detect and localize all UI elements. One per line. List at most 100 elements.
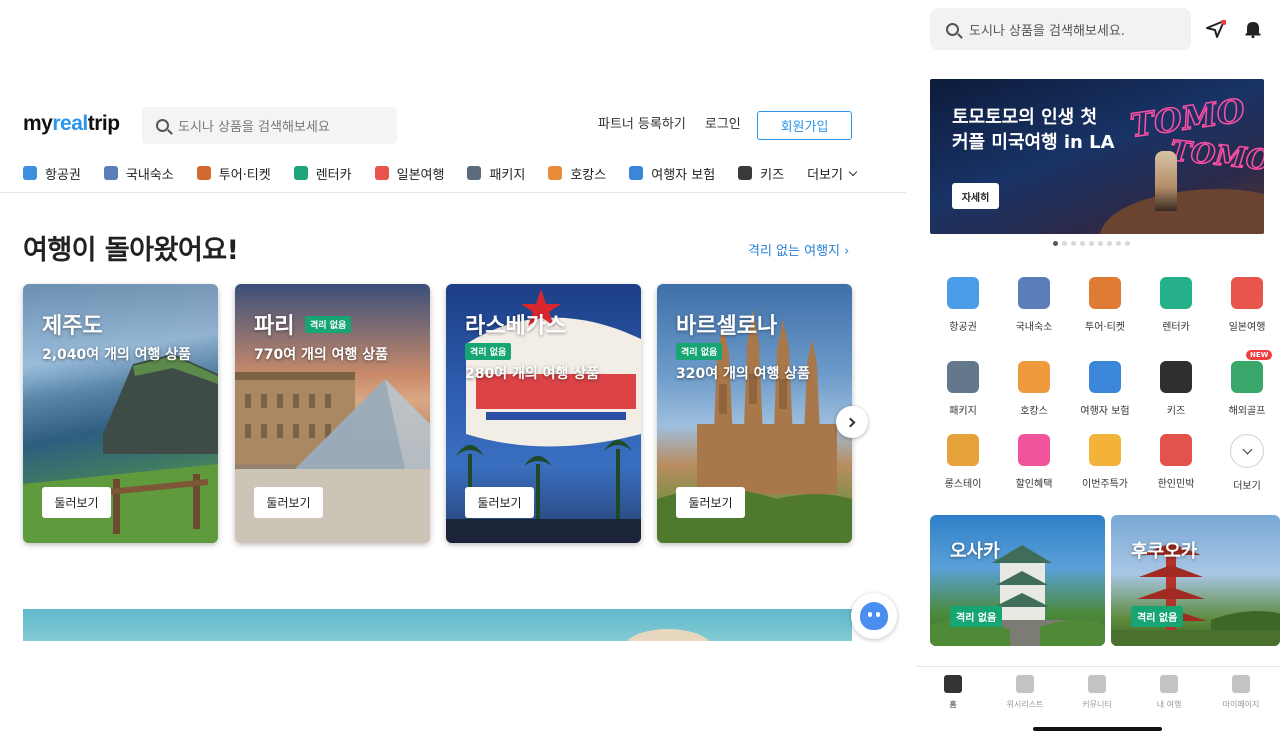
category-hotel[interactable]: 호캉스 [548, 164, 606, 183]
quick-menu-japan[interactable]: 일본여행 [1212, 277, 1280, 333]
banner-person-shape [1155, 151, 1177, 211]
quick-menu-deal[interactable]: 이번주특가 [1070, 434, 1140, 490]
heart-icon [1016, 675, 1034, 693]
tour-icon [196, 166, 211, 180]
header-links: 파트너 등록하기 로그인 [598, 112, 760, 138]
carousel-dot[interactable] [1089, 241, 1094, 246]
quick-menu-minbak[interactable]: 한인민박 [1141, 434, 1211, 490]
search-placeholder: 도시나 상품을 검색해보세요 [178, 120, 330, 135]
tab-label: 내 여행 [1156, 700, 1182, 709]
banner-title: 토모토모의 인생 첫 커플 미국여행 in LA [952, 105, 1115, 155]
quarantine-free-link[interactable]: 격리 없는 여행지 › [748, 240, 849, 259]
category-insurance[interactable]: 여행자 보험 [629, 164, 715, 183]
category-airplane[interactable]: 항공권 [23, 164, 81, 183]
airplane-icon [23, 166, 37, 180]
bell-icon[interactable] [1244, 20, 1262, 38]
destination-card-fukuoka[interactable]: 후쿠오카 격리 없음 [1111, 515, 1280, 646]
carousel-dot[interactable] [1098, 241, 1103, 246]
insurance-icon [1089, 361, 1121, 393]
kids-icon [1160, 361, 1192, 393]
promo-banner[interactable] [23, 609, 852, 641]
category-house[interactable]: 국내숙소 [103, 164, 174, 183]
carousel-dot[interactable] [1080, 241, 1085, 246]
mobile-search-input[interactable]: 도시나 상품을 검색해보세요. [930, 8, 1191, 50]
quick-menu-discount[interactable]: 할인혜택 [999, 434, 1069, 490]
home-indicator [1033, 727, 1162, 731]
banner-title-line2: 커플 미국여행 in LA [952, 132, 1115, 153]
logo-text-trip: trip [87, 112, 120, 135]
send-icon[interactable] [1206, 20, 1226, 38]
quick-menu-golf[interactable]: NEW 해외골프 [1212, 350, 1280, 417]
quick-menu-tour[interactable]: 투어·티켓 [1070, 277, 1140, 333]
category-label: 키즈 [760, 167, 785, 183]
hotel-icon [1018, 361, 1050, 393]
search-icon [156, 119, 169, 132]
browse-button[interactable]: 둘러보기 [42, 487, 111, 518]
no-quarantine-badge: 격리 없음 [305, 316, 352, 333]
carousel-dot[interactable] [1053, 241, 1058, 246]
page-bottom [0, 641, 906, 739]
tab-suitcase[interactable]: 내 여행 [1139, 675, 1199, 710]
quick-menu-house[interactable]: 국내숙소 [999, 277, 1069, 333]
carousel-dot[interactable] [1116, 241, 1121, 246]
browse-button[interactable]: 둘러보기 [676, 487, 745, 518]
destination-card-paris[interactable]: 파리 격리 없음 770여 개의 여행 상품 둘러보기 [235, 284, 430, 543]
quick-menu-hotel[interactable]: 호캉스 [999, 361, 1069, 417]
category-japan[interactable]: 일본여행 [374, 164, 444, 183]
logo-text-my: my [23, 112, 53, 135]
minbak-icon [1160, 434, 1192, 466]
quick-menu-car[interactable]: 렌터카 [1141, 277, 1211, 333]
quick-menu-airplane[interactable]: 항공권 [928, 277, 998, 333]
desktop-search-input[interactable]: 도시나 상품을 검색해보세요 [142, 107, 397, 144]
tab-home[interactable]: 홈 [923, 675, 983, 710]
myrealtrip-logo[interactable]: myrealtrip [23, 112, 120, 136]
category-label: 패키지 [489, 167, 526, 183]
category-label: 더보기 [807, 167, 843, 183]
quick-menu-label: 할인혜택 [1015, 479, 1053, 490]
signup-button[interactable]: 회원가입 [757, 111, 852, 140]
browse-button[interactable]: 둘러보기 [254, 487, 323, 518]
neon-decoration: TOMO [1168, 133, 1264, 178]
category-kids[interactable]: 키즈 [738, 164, 784, 183]
carousel-dot[interactable] [1125, 241, 1130, 246]
promo-banner-la[interactable]: TOMO TOMO 토모토모의 인생 첫 커플 미국여행 in LA 자세히 [930, 79, 1264, 234]
quick-menu-kids[interactable]: 키즈 [1141, 361, 1211, 417]
tab-community[interactable]: 커뮤니티 [1067, 675, 1127, 710]
banner-image-detail [623, 629, 713, 641]
destination-card-osaka[interactable]: 오사카 격리 없음 [930, 515, 1105, 646]
partner-register-link[interactable]: 파트너 등록하기 [598, 112, 686, 138]
no-quarantine-badge: 격리 없음 [465, 343, 512, 360]
quick-menu-label: 해외골프 [1228, 406, 1266, 417]
chatbot-button[interactable] [851, 593, 897, 639]
login-link[interactable]: 로그인 [705, 112, 741, 138]
card-city-name: 바르셀로나 [676, 314, 778, 339]
insurance-icon [629, 166, 644, 180]
carousel-dot[interactable] [1062, 241, 1067, 246]
quick-menu-longstay[interactable]: 롱스테이 [928, 434, 998, 490]
quick-menu-insurance[interactable]: 여행자 보험 [1070, 361, 1140, 417]
quick-menu-label: 호캉스 [1020, 406, 1048, 417]
tab-label: 홈 [949, 700, 957, 709]
destination-card-barcelona[interactable]: 바르셀로나 격리 없음 320여 개의 여행 상품 둘러보기 [657, 284, 852, 543]
chevron-down-icon [848, 167, 858, 176]
category-car[interactable]: 렌터카 [293, 164, 352, 183]
carousel-dot[interactable] [1071, 241, 1076, 246]
banner-detail-button[interactable]: 자세히 [952, 183, 999, 209]
destination-card-jeju[interactable]: 제주도 2,040여 개의 여행 상품 둘러보기 [23, 284, 218, 543]
quick-menu-chevron-down[interactable]: 더보기 [1212, 434, 1280, 492]
browse-button[interactable]: 둘러보기 [465, 487, 534, 518]
chevron-down-icon [1242, 444, 1252, 454]
category-more-dropdown[interactable]: 더보기 [807, 164, 858, 183]
card-product-count: 320여 개의 여행 상품 [676, 366, 811, 382]
category-luggage[interactable]: 패키지 [467, 164, 525, 183]
mobile-app-view: 도시나 상품을 검색해보세요. TOMO TOMO 토모토모의 인생 첫 커플 … [916, 0, 1280, 739]
category-tour[interactable]: 투어·티켓 [196, 164, 271, 183]
quick-menu-luggage[interactable]: 패키지 [928, 361, 998, 417]
quick-menu-label: 투어·티켓 [1085, 322, 1125, 333]
banner-title-line1: 토모토모의 인생 첫 [952, 107, 1098, 128]
destination-card-las-vegas[interactable]: 라스베가스 격리 없음 280여 개의 여행 상품 둘러보기 [446, 284, 641, 543]
tab-profile[interactable]: 마이페이지 [1211, 675, 1271, 710]
carousel-dot[interactable] [1107, 241, 1112, 246]
carousel-next-button[interactable] [836, 406, 868, 438]
tab-heart[interactable]: 위시리스트 [995, 675, 1055, 710]
